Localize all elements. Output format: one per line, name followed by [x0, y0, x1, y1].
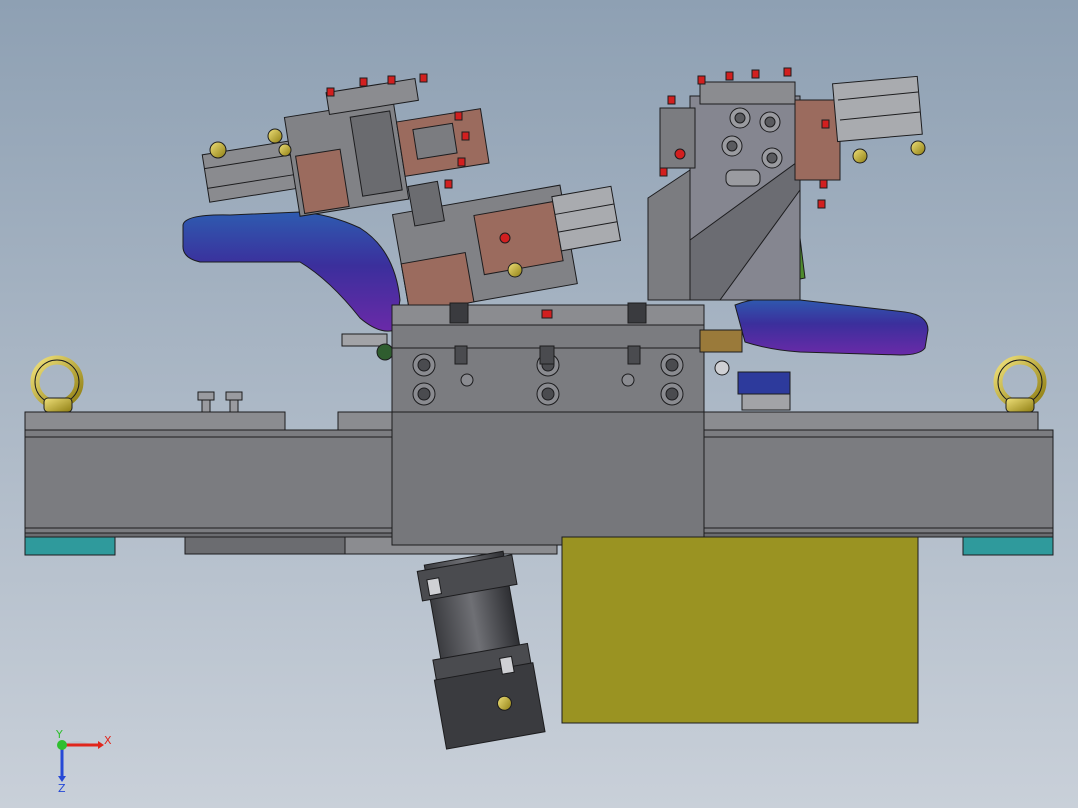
cad-model-view[interactable]: X Y Z — [0, 0, 1078, 808]
teal-pad-right — [962, 536, 1054, 556]
small-blue-block — [737, 371, 791, 395]
right-gold-fitting-2 — [910, 140, 926, 156]
cad-viewport[interactable]: X Y Z — [0, 0, 1078, 808]
left-gold-fitting-1 — [209, 141, 227, 159]
right-cylinder-body — [832, 75, 923, 143]
triad-y-label: Y — [55, 728, 63, 741]
triad-y-origin — [57, 740, 67, 750]
triad-x-label: X — [104, 734, 112, 747]
teal-pad-left — [24, 536, 116, 556]
center-cylinder — [551, 185, 622, 252]
olive-support-block — [561, 536, 919, 724]
base-top-strip — [24, 411, 286, 431]
central-block-lower — [391, 411, 705, 546]
triad-z-label: Z — [58, 782, 66, 795]
central-mounting-block[interactable] — [391, 302, 743, 546]
left-gold-fitting-2 — [267, 128, 283, 144]
left-gold-fitting-3 — [278, 143, 292, 157]
right-gold-fitting-1 — [852, 148, 868, 164]
